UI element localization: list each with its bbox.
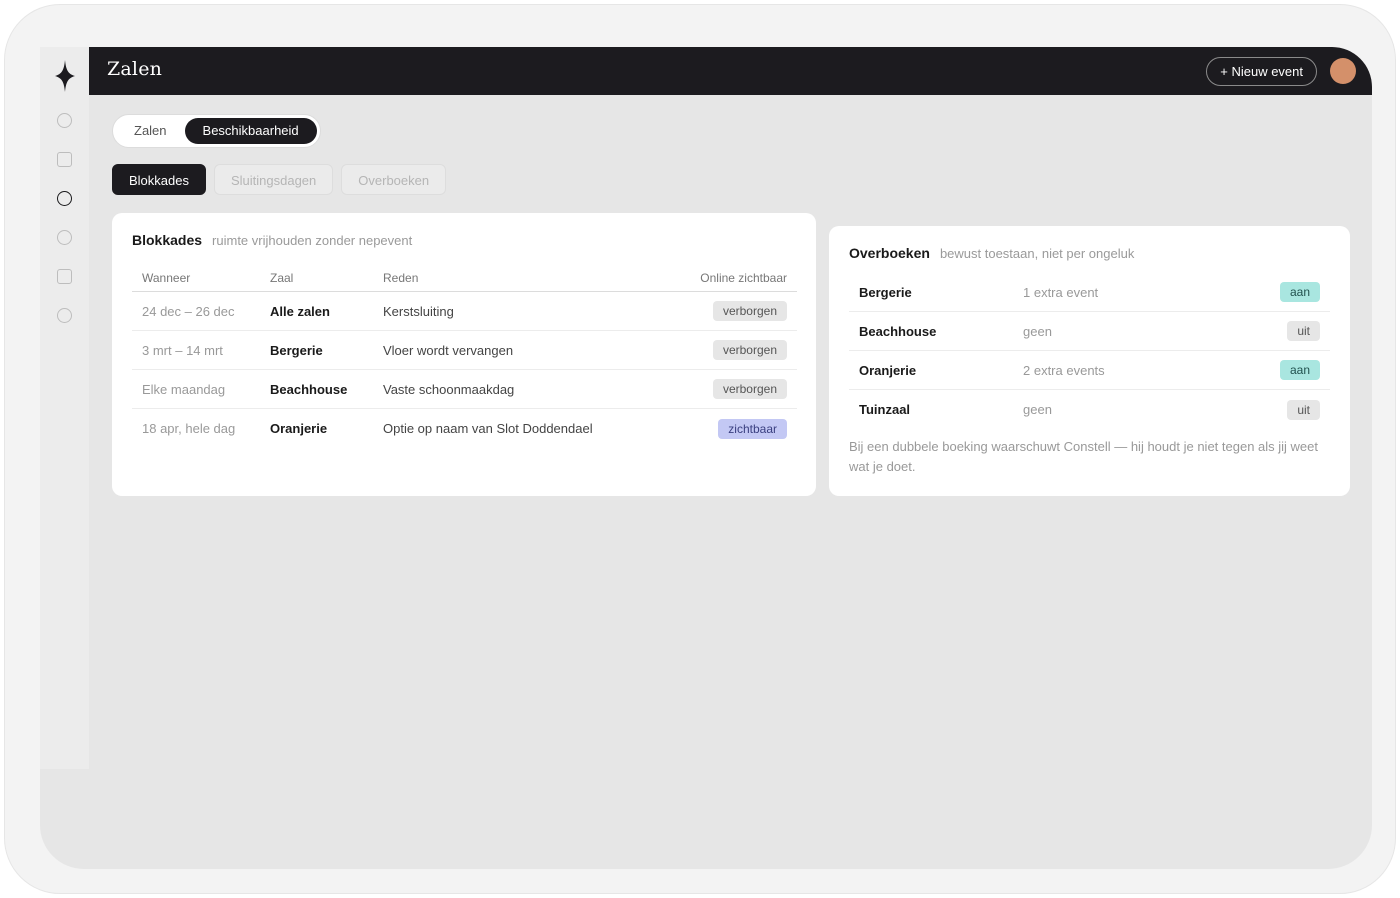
tab-blokkades[interactable]: Blokkades: [112, 164, 206, 195]
visibility-badge[interactable]: verborgen: [712, 340, 787, 360]
column-header-reden: Reden: [383, 270, 419, 285]
blokkades-card: Blokkades ruimte vrijhouden zonder nepev…: [112, 213, 816, 496]
nav-circle-icon-active[interactable]: [57, 191, 72, 206]
cell-hall: Alle zalen: [270, 303, 330, 319]
table-header: Wanneer Zaal Reden Online zichtbaar: [132, 264, 797, 292]
column-header-online-zichtbaar: Online zichtbaar: [700, 270, 787, 285]
blokkades-title: Blokkades: [132, 232, 203, 248]
segment-beschikbaarheid[interactable]: Beschikbaarheid: [184, 118, 317, 144]
overboeken-header: Overboeken bewust toestaan, niet per ong…: [849, 245, 1134, 261]
nav-circle-icon[interactable]: [57, 113, 72, 128]
overbook-toggle[interactable]: uit: [1287, 321, 1320, 341]
cell-hall: Beachhouse: [270, 381, 348, 397]
overbook-value: 1 extra event: [1023, 284, 1099, 300]
cell-reason: Optie op naam van Slot Doddendael: [383, 421, 593, 436]
overbook-value: geen: [1023, 402, 1052, 417]
hall-name: Bergerie: [859, 284, 912, 300]
cell-when: 24 dec – 26 dec: [142, 303, 235, 319]
view-switcher: Zalen Beschikbaarheid: [112, 114, 321, 148]
segment-zalen[interactable]: Zalen: [116, 118, 185, 144]
blokkades-header: Blokkades ruimte vrijhouden zonder nepev…: [132, 232, 412, 248]
nav-square-icon[interactable]: [57, 269, 72, 284]
cell-when: 18 apr, hele dag: [142, 421, 236, 436]
cell-when: Elke maandag: [142, 381, 226, 397]
visibility-badge[interactable]: verborgen: [712, 301, 787, 321]
blokkades-subtitle: ruimte vrijhouden zonder nepevent: [212, 233, 413, 248]
top-bar: Zalen + Nieuw event: [89, 47, 1372, 95]
overbook-value: geen: [1023, 323, 1052, 339]
nav-circle-icon[interactable]: [57, 230, 72, 245]
cell-reason: Kerstsluiting: [383, 303, 454, 319]
overboeken-card: Overboeken bewust toestaan, niet per ong…: [829, 226, 1350, 496]
cell-hall: Oranjerie: [270, 421, 328, 436]
overbook-toggle[interactable]: aan: [1279, 360, 1320, 380]
list-item[interactable]: Tuinzaal geen uit: [849, 390, 1330, 429]
nav-circle-icon[interactable]: [57, 308, 72, 323]
list-item[interactable]: Bergerie 1 extra event aan: [849, 273, 1330, 312]
list-item[interactable]: Beachhouse geen uit: [849, 312, 1330, 351]
tab-sluitingsdagen[interactable]: Sluitingsdagen: [213, 164, 334, 195]
logo-icon: [55, 60, 75, 92]
list-item[interactable]: Oranjerie 2 extra events aan: [849, 351, 1330, 390]
new-event-button[interactable]: + Nieuw event: [1206, 57, 1317, 86]
table-row[interactable]: 3 mrt – 14 mrt Bergerie Vloer wordt verv…: [132, 331, 797, 370]
device-frame: Zalen + Nieuw event Zalen Beschikbaarhei…: [4, 4, 1396, 894]
overbook-value: 2 extra events: [1023, 362, 1105, 378]
visibility-badge[interactable]: zichtbaar: [718, 418, 787, 439]
hall-name: Beachhouse: [859, 323, 937, 339]
cell-reason: Vaste schoonmaakdag: [383, 381, 515, 397]
table-row[interactable]: 18 apr, hele dag Oranjerie Optie op naam…: [132, 409, 797, 448]
cell-reason: Vloer wordt vervangen: [383, 342, 514, 358]
column-header-zaal: Zaal: [270, 270, 294, 285]
hall-name: Tuinzaal: [859, 402, 911, 417]
hall-name: Oranjerie: [859, 362, 917, 378]
subtabs: Blokkades Sluitingsdagen Overboeken: [112, 164, 447, 195]
tab-overboeken[interactable]: Overboeken: [341, 164, 447, 195]
overboeken-list: Bergerie 1 extra event aan Beachhouse ge…: [849, 273, 1330, 429]
cell-hall: Bergerie: [270, 342, 323, 358]
avatar[interactable]: [1330, 58, 1356, 84]
overboeken-title: Overboeken: [849, 245, 930, 261]
table-row[interactable]: 24 dec – 26 dec Alle zalen Kerstsluiting…: [132, 292, 797, 331]
overboeken-subtitle: bewust toestaan, niet per ongeluk: [939, 246, 1135, 261]
app-screen: Zalen + Nieuw event Zalen Beschikbaarhei…: [40, 47, 1372, 869]
page-title: Zalen: [107, 58, 163, 80]
sidebar: [40, 47, 89, 769]
nav-square-icon[interactable]: [57, 152, 72, 167]
overbook-toggle[interactable]: aan: [1279, 282, 1320, 302]
overboeken-note: Bij een dubbele boeking waarschuwt Const…: [849, 439, 1319, 474]
cell-when: 3 mrt – 14 mrt: [142, 342, 223, 358]
table-row[interactable]: Elke maandag Beachhouse Vaste schoonmaak…: [132, 370, 797, 409]
overbook-toggle[interactable]: uit: [1287, 399, 1320, 420]
visibility-badge[interactable]: verborgen: [712, 379, 787, 399]
column-header-wanneer: Wanneer: [142, 270, 191, 285]
blokkades-table: Wanneer Zaal Reden Online zichtbaar 24 d…: [132, 264, 797, 448]
